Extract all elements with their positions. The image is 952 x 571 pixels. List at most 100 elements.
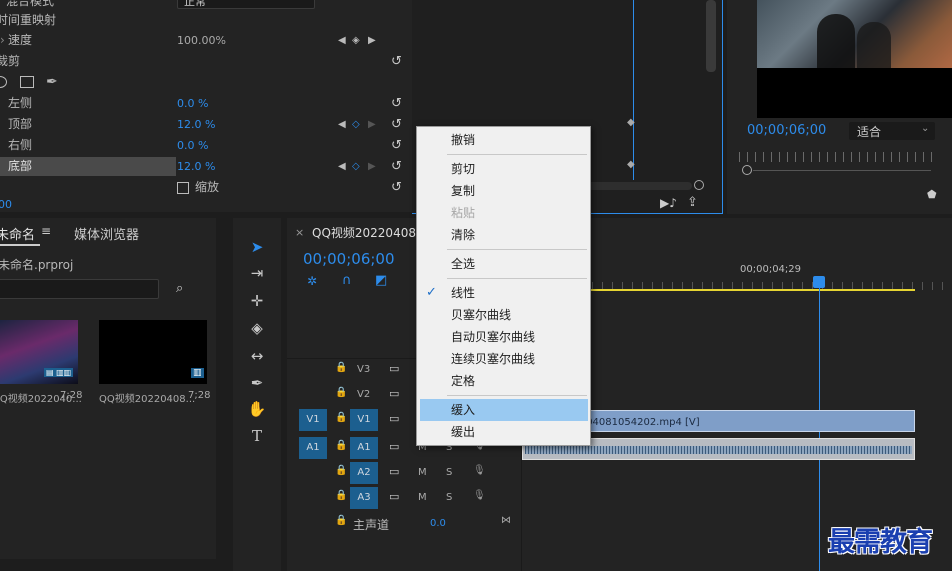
reset-icon[interactable]: ↺: [391, 135, 405, 156]
filter-icon[interactable]: ▶♪: [660, 196, 677, 210]
lock-icon[interactable]: 🔒: [335, 490, 347, 501]
menu-item-clear[interactable]: 清除: [420, 224, 588, 246]
crop-top-value[interactable]: 12.0 %: [177, 114, 215, 135]
add-keyframe-icon[interactable]: ◇: [352, 156, 360, 177]
keyframe-marker[interactable]: ◆: [627, 117, 635, 128]
panel-menu-icon[interactable]: ≡: [41, 224, 51, 238]
pen-mask-icon[interactable]: ✒: [46, 72, 58, 93]
nest-icon[interactable]: ✲: [307, 274, 317, 288]
type-tool-icon[interactable]: T: [246, 427, 268, 445]
menu-item-continuous-bezier[interactable]: 连续贝塞尔曲线: [420, 348, 588, 370]
vertical-scrollbar[interactable]: [706, 0, 716, 72]
speed-value[interactable]: 100.00%: [177, 30, 226, 51]
fit-dropdown[interactable]: 适合 ⌄: [849, 122, 935, 140]
slip-tool-icon[interactable]: ↔: [246, 347, 268, 365]
search-input[interactable]: [0, 279, 159, 299]
hand-tool-icon[interactable]: ✋: [246, 400, 268, 418]
prev-keyframe-icon[interactable]: ◀: [338, 156, 346, 177]
lock-icon[interactable]: 🔒: [335, 362, 347, 373]
expand-chevron-icon[interactable]: ›: [0, 30, 5, 51]
add-keyframe-icon[interactable]: ◈: [352, 30, 360, 51]
scrubber-handle[interactable]: [742, 165, 752, 175]
timeline-timecode[interactable]: 00;00;06;00: [303, 250, 395, 268]
menu-item-ease-in[interactable]: 缓入: [420, 399, 588, 421]
prev-keyframe-icon[interactable]: ◀: [338, 30, 346, 51]
add-keyframe-icon[interactable]: ◇: [352, 114, 360, 135]
track-target-a1[interactable]: A1: [350, 437, 378, 459]
tab-media-browser[interactable]: 媒体浏览器: [74, 224, 139, 243]
crop-left-value[interactable]: 0.0 %: [177, 93, 208, 114]
mic-icon[interactable]: 🎙: [473, 490, 486, 501]
next-keyframe-icon[interactable]: ▶: [368, 114, 376, 135]
track-target-a2[interactable]: A2: [350, 462, 378, 484]
crop-right-row: 右侧 0.0 % ↺: [0, 135, 412, 156]
crop-right-value[interactable]: 0.0 %: [177, 135, 208, 156]
search-icon[interactable]: ⌕: [176, 281, 183, 296]
project-item[interactable]: ▥: [99, 320, 207, 384]
tab-project[interactable]: 未命名: [0, 224, 35, 243]
reset-icon[interactable]: ↺: [391, 156, 405, 177]
lock-icon[interactable]: 🔒: [335, 387, 347, 398]
lock-icon[interactable]: 🔒: [335, 465, 347, 476]
menu-item-bezier[interactable]: 贝塞尔曲线: [420, 304, 588, 326]
film-icon[interactable]: ▭: [389, 465, 399, 478]
track-target-a3[interactable]: A3: [350, 487, 378, 509]
menu-item-undo[interactable]: 撤销: [420, 129, 588, 151]
film-icon[interactable]: ▭: [389, 440, 399, 453]
selection-tool-icon[interactable]: ➤: [246, 238, 268, 256]
go-to-end-icon[interactable]: ⋈: [501, 515, 511, 526]
film-icon[interactable]: ▭: [389, 362, 399, 375]
pen-tool-icon[interactable]: ✒: [246, 374, 268, 392]
lock-icon[interactable]: 🔒: [335, 440, 347, 451]
track-label[interactable]: V2: [357, 389, 370, 400]
reset-icon[interactable]: ↺: [391, 51, 405, 72]
mute-button[interactable]: M: [418, 492, 427, 503]
playhead-handle[interactable]: [813, 276, 825, 288]
next-keyframe-icon[interactable]: ▶: [368, 30, 376, 51]
program-timecode[interactable]: 00;00;06;00: [747, 123, 826, 138]
mute-button[interactable]: M: [418, 467, 427, 478]
ripple-edit-tool-icon[interactable]: ✛: [246, 292, 268, 310]
reset-icon[interactable]: ↺: [391, 177, 405, 198]
ellipse-mask-icon[interactable]: [0, 76, 7, 88]
track-label[interactable]: V3: [357, 364, 370, 375]
lock-icon[interactable]: 🔒: [335, 412, 347, 423]
reset-icon[interactable]: ↺: [391, 93, 405, 114]
reset-icon[interactable]: ↺: [391, 114, 405, 135]
film-icon[interactable]: ▭: [389, 490, 399, 503]
crop-bottom-value[interactable]: 12.0 %: [177, 156, 215, 177]
menu-item-select-all[interactable]: 全选: [420, 253, 588, 275]
menu-item-copy[interactable]: 复制: [420, 180, 588, 202]
check-icon: ✓: [426, 285, 437, 300]
snap-magnet-icon[interactable]: ∩: [342, 273, 352, 288]
prev-keyframe-icon[interactable]: ◀: [338, 114, 346, 135]
master-value[interactable]: 0.0: [430, 518, 446, 529]
source-patch-v1[interactable]: V1: [299, 409, 327, 431]
solo-button[interactable]: S: [446, 492, 452, 503]
track-target-v1[interactable]: V1: [350, 409, 378, 431]
project-item[interactable]: ▤ ▥▥: [0, 320, 78, 384]
film-icon[interactable]: ▭: [389, 387, 399, 400]
menu-item-linear[interactable]: ✓ 线性: [420, 282, 588, 304]
source-patch-a1[interactable]: A1: [299, 437, 327, 459]
keyframe-marker[interactable]: ◆: [627, 159, 635, 170]
menu-item-ease-out[interactable]: 缓出: [420, 421, 588, 443]
linked-selection-icon[interactable]: ◩: [375, 273, 387, 288]
mic-icon[interactable]: 🎙: [473, 465, 486, 476]
film-icon[interactable]: ▭: [389, 412, 399, 425]
razor-tool-icon[interactable]: ◈: [246, 319, 268, 337]
next-keyframe-icon[interactable]: ▶: [368, 156, 376, 177]
menu-item-cut[interactable]: 剪切: [420, 158, 588, 180]
track-select-tool-icon[interactable]: ⇥: [246, 264, 268, 282]
rectangle-mask-icon[interactable]: [20, 76, 34, 88]
export-icon[interactable]: ⇪: [687, 195, 698, 210]
menu-item-auto-bezier[interactable]: 自动贝塞尔曲线: [420, 326, 588, 348]
zoom-checkbox[interactable]: [177, 182, 189, 194]
menu-item-hold[interactable]: 定格: [420, 370, 588, 392]
blend-mode-dropdown[interactable]: 正常: [177, 0, 315, 9]
scroll-end-handle[interactable]: [694, 180, 704, 190]
lock-icon[interactable]: 🔒: [335, 515, 347, 526]
solo-button[interactable]: S: [446, 467, 452, 478]
close-tab-icon[interactable]: ×: [295, 226, 304, 239]
marker-icon[interactable]: ⬟: [927, 188, 937, 201]
